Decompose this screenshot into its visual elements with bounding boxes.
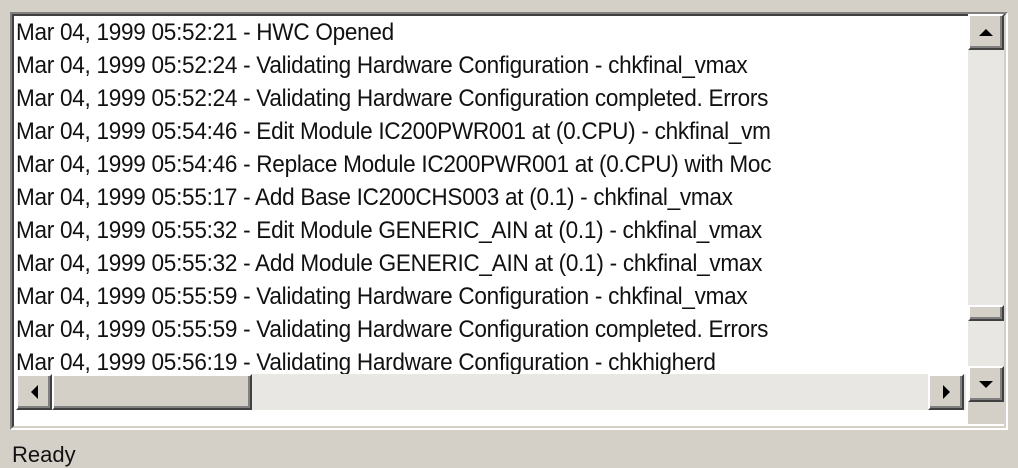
left-arrow-icon: [30, 385, 38, 399]
log-line[interactable]: Mar 04, 1999 05:55:32 - Edit Module GENE…: [16, 214, 909, 247]
right-arrow-icon: [942, 385, 950, 399]
log-line[interactable]: Mar 04, 1999 05:54:46 - Edit Module IC20…: [16, 115, 909, 148]
status-bar: Ready: [0, 432, 1018, 467]
log-line[interactable]: Mar 04, 1999 05:52:21 - HWC Opened: [16, 16, 909, 49]
log-line[interactable]: Mar 04, 1999 05:54:46 - Replace Module I…: [16, 148, 909, 181]
log-list[interactable]: Mar 04, 1999 05:52:21 - HWC Opened Mar 0…: [16, 16, 966, 374]
horizontal-scroll-thumb[interactable]: [52, 374, 252, 410]
log-line[interactable]: Mar 04, 1999 05:56:19 - Validating Hardw…: [16, 346, 909, 374]
scrollbar-corner: [968, 402, 1004, 424]
down-arrow-icon: [979, 380, 993, 388]
log-line[interactable]: Mar 04, 1999 05:52:24 - Validating Hardw…: [16, 82, 909, 115]
status-text: Ready: [12, 442, 76, 467]
log-listbox-frame: Mar 04, 1999 05:52:21 - HWC Opened Mar 0…: [10, 12, 1008, 430]
log-line[interactable]: Mar 04, 1999 05:52:24 - Validating Hardw…: [16, 49, 909, 82]
vertical-scrollbar[interactable]: [968, 14, 1004, 424]
log-line[interactable]: Mar 04, 1999 05:55:59 - Validating Hardw…: [16, 313, 909, 346]
scroll-down-button[interactable]: [968, 366, 1004, 402]
scroll-up-button[interactable]: [968, 14, 1004, 50]
horizontal-scrollbar[interactable]: [16, 374, 966, 410]
scroll-right-button[interactable]: [928, 374, 964, 410]
vertical-scroll-thumb[interactable]: [968, 305, 1004, 321]
up-arrow-icon: [979, 28, 993, 36]
log-line[interactable]: Mar 04, 1999 05:55:59 - Validating Hardw…: [16, 280, 909, 313]
log-line[interactable]: Mar 04, 1999 05:55:17 - Add Base IC200CH…: [16, 181, 909, 214]
scroll-left-button[interactable]: [16, 374, 52, 410]
log-line[interactable]: Mar 04, 1999 05:55:32 - Add Module GENER…: [16, 247, 909, 280]
